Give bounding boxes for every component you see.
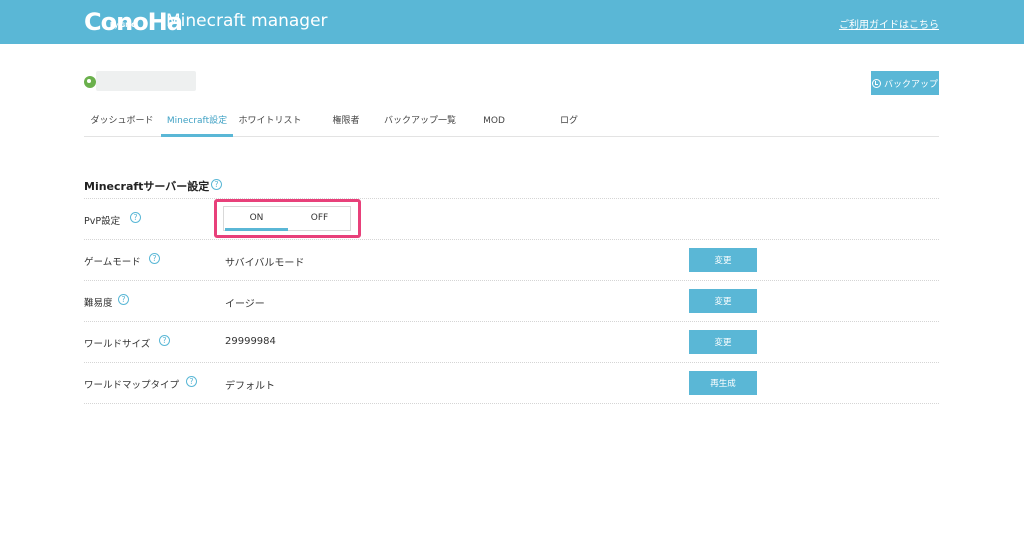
server-status-icon [84,76,96,88]
tab-operators[interactable]: 権限者 [324,110,368,137]
tab-whitelist[interactable]: ホワイトリスト [236,110,304,137]
backup-button[interactable]: バックアップ [871,71,939,95]
divider [84,198,939,199]
pvp-label: PvP設定 [84,216,121,227]
difficulty-label: 難易度 [84,298,113,309]
game-mode-change-button[interactable]: 変更 [689,248,757,272]
world-map-type-value: デフォルト [225,381,275,392]
difficulty-help-icon[interactable]: ? [118,294,129,305]
world-size-value: 29999984 [225,336,276,347]
tab-backup-list[interactable]: バックアップ一覧 [384,110,456,137]
backup-icon [871,78,881,88]
logo-sub: by GMO [110,22,137,29]
world-size-label: ワールドサイズ [84,339,151,350]
guide-link[interactable]: ご利用ガイドはこちら [839,16,939,31]
pvp-selected-indicator [225,228,288,231]
section-help-icon[interactable]: ? [211,179,222,190]
pvp-toggle: ON OFF [223,206,351,231]
pvp-help-icon[interactable]: ? [130,212,141,223]
world-map-type-help-icon[interactable]: ? [186,376,197,387]
game-mode-help-icon[interactable]: ? [149,253,160,264]
app-title: Minecraft manager [166,11,328,31]
tab-log[interactable]: ログ [554,110,584,137]
divider [84,403,939,404]
server-name-redacted [96,71,196,91]
divider [84,321,939,322]
tab-mod[interactable]: MOD [476,110,512,137]
game-mode-label: ゲームモード [84,257,141,268]
divider [84,280,939,281]
difficulty-change-button[interactable]: 変更 [689,289,757,313]
backup-button-label: バックアップ [883,79,938,90]
tab-dashboard[interactable]: ダッシュボード [84,110,160,137]
game-mode-value: サバイバルモード [225,258,305,269]
world-map-regenerate-button[interactable]: 再生成 [689,371,757,395]
pvp-off-option[interactable]: OFF [288,207,351,230]
divider [84,362,939,363]
app-header: ConoHa by GMO Minecraft manager ご利用ガイドはこ… [0,0,1024,44]
world-size-help-icon[interactable]: ? [159,335,170,346]
tab-bar: ダッシュボード Minecraft設定 ホワイトリスト 権限者 バックアップ一覧… [84,110,939,137]
world-size-change-button[interactable]: 変更 [689,330,757,354]
section-title: Minecraftサーバー設定 [84,180,210,193]
difficulty-value: イージー [225,299,265,310]
world-map-type-label: ワールドマップタイプ [84,380,180,391]
pvp-on-option[interactable]: ON [225,207,288,230]
divider [84,239,939,240]
tab-minecraft-settings[interactable]: Minecraft設定 [161,110,233,137]
